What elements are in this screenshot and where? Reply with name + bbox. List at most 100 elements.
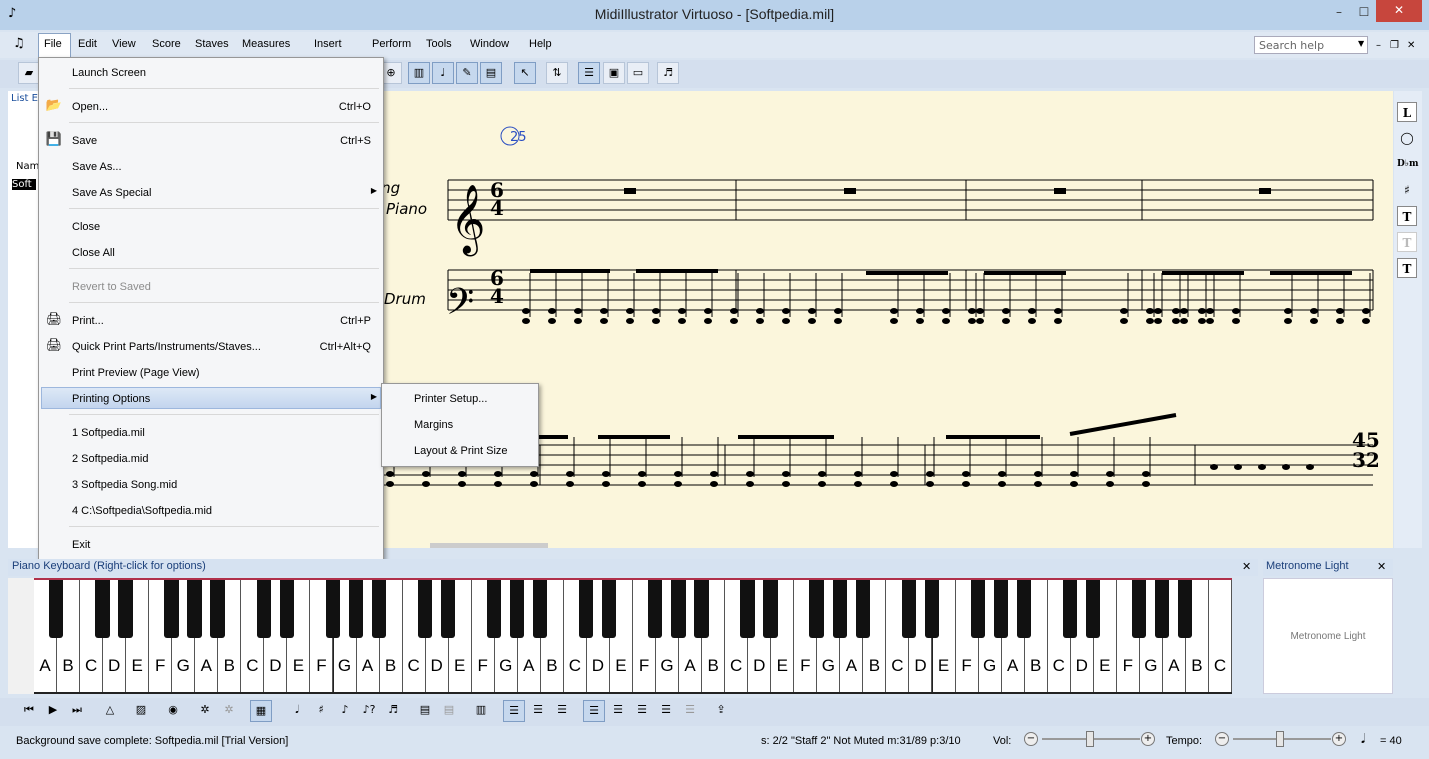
mdi-restore-icon[interactable]: ❐ <box>1390 40 1399 51</box>
piano-black-key[interactable] <box>49 580 64 638</box>
bpm-icon[interactable]: ♩ <box>432 62 454 84</box>
piano-black-key[interactable] <box>970 580 986 638</box>
metronome-icon[interactable]: △ <box>99 700 121 722</box>
piano-black-key[interactable] <box>118 580 133 638</box>
vol-plus-button[interactable]: + <box>1141 732 1155 746</box>
note-query-icon[interactable]: ♪? <box>358 700 380 722</box>
menu-save-as[interactable]: Save As... <box>72 161 122 173</box>
piano-black-key[interactable] <box>671 580 686 638</box>
menu-printing-options[interactable]: Printing Options <box>72 393 150 405</box>
piano-white-key[interactable]: C <box>1208 580 1232 692</box>
scroll-view-icon[interactable]: ☰ <box>578 62 600 84</box>
menu-close-all[interactable]: Close All <box>72 247 115 259</box>
menu-margins[interactable]: Margins <box>414 419 453 431</box>
menu-recent-2[interactable]: 2 Softpedia.mid <box>72 453 148 465</box>
text-s-tool-icon[interactable]: T <box>1397 258 1417 278</box>
layout-3-icon[interactable]: ☰ <box>631 700 653 722</box>
align-right-icon[interactable]: ☰ <box>551 700 573 722</box>
menu-print[interactable]: Print... <box>72 315 104 327</box>
grid-tool-icon[interactable]: ♯ <box>1397 180 1417 200</box>
vol-slider-knob[interactable] <box>1086 731 1094 747</box>
piano-black-key[interactable] <box>187 580 202 638</box>
tempo-slider-knob[interactable] <box>1276 731 1284 747</box>
piano-black-key[interactable] <box>417 580 433 638</box>
piano-black-key[interactable] <box>371 580 387 638</box>
layout-2-icon[interactable]: ☰ <box>607 700 629 722</box>
menu-edit[interactable]: Edit <box>78 38 97 50</box>
menu-recent-1[interactable]: 1 Softpedia.mil <box>72 427 145 439</box>
tempo-minus-button[interactable]: − <box>1215 732 1229 746</box>
layout-1-icon[interactable]: ☰ <box>583 700 605 722</box>
piano-black-key[interactable] <box>533 580 548 638</box>
piano-black-key[interactable] <box>1062 580 1078 638</box>
menu-perform[interactable]: Perform <box>372 38 411 50</box>
piano-black-key[interactable] <box>993 580 1009 638</box>
piano-black-key[interactable] <box>164 580 179 638</box>
menu-save-as-special[interactable]: Save As Special <box>72 187 152 199</box>
mdi-close-icon[interactable]: ✕ <box>1407 40 1415 51</box>
piano-black-key[interactable] <box>95 580 110 638</box>
piano-black-key[interactable] <box>279 580 294 638</box>
piano-view-icon[interactable]: ▥ <box>408 62 430 84</box>
menu-staves[interactable]: Staves <box>195 38 229 50</box>
piano-black-key[interactable] <box>694 580 709 638</box>
search-dropdown-icon[interactable]: ▼ <box>1358 39 1364 48</box>
page-view-icon[interactable]: ▣ <box>603 62 625 84</box>
app-menu-icon[interactable]: ♫ <box>13 36 25 51</box>
menu-recent-3[interactable]: 3 Softpedia Song.mid <box>72 479 177 491</box>
piano-black-key[interactable] <box>210 580 225 638</box>
flip-icon[interactable]: ⇅ <box>546 62 568 84</box>
piano-keyboard[interactable]: ABCDEFGABCDEFGABCDEFGABCDEFGABCDEFGABCDE… <box>34 578 1232 694</box>
chord-tool-icon[interactable]: D♭m <box>1397 154 1419 174</box>
piano-black-key[interactable] <box>325 580 340 638</box>
align-center-icon[interactable]: ☰ <box>527 700 549 722</box>
rewind-icon[interactable]: ⏮ <box>18 700 40 722</box>
menu-recent-4[interactable]: 4 C:\Softpedia\Softpedia.mid <box>72 505 212 517</box>
mdi-minimize-icon[interactable]: – <box>1376 40 1381 51</box>
piano-black-key[interactable] <box>602 580 617 638</box>
piano-black-key[interactable] <box>256 580 271 638</box>
piano-black-key[interactable] <box>1085 580 1101 638</box>
menu-layout-print-size[interactable]: Layout & Print Size <box>414 445 508 457</box>
menu-measures[interactable]: Measures <box>242 38 290 50</box>
export-icon[interactable]: ⇪ <box>710 700 732 722</box>
menu-save[interactable]: Save <box>72 135 97 147</box>
lyrics-tool-icon[interactable]: L <box>1397 102 1417 122</box>
menu-view[interactable]: View <box>112 38 136 50</box>
vol-minus-button[interactable]: − <box>1024 732 1038 746</box>
music-sheet-icon[interactable]: ▨ <box>130 700 152 722</box>
piano-black-key[interactable] <box>1132 580 1147 638</box>
loop-icon[interactable]: ▦ <box>250 700 272 722</box>
text-m-tool-icon[interactable]: T <box>1397 206 1417 226</box>
maximize-button[interactable]: ☐ <box>1352 2 1376 22</box>
piano-black-key[interactable] <box>486 580 502 638</box>
list-row[interactable]: Soft <box>12 179 36 190</box>
menu-exit[interactable]: Exit <box>72 539 90 551</box>
piano-black-key[interactable] <box>1155 580 1170 638</box>
dialog-icon[interactable]: ▥ <box>470 700 492 722</box>
menu-print-preview[interactable]: Print Preview (Page View) <box>72 367 200 379</box>
tune-icon[interactable]: ✲ <box>194 700 216 722</box>
layout-4-icon[interactable]: ☰ <box>655 700 677 722</box>
piano-black-key[interactable] <box>348 580 363 638</box>
note-icon[interactable]: 𝅘𝅥 <box>286 700 308 722</box>
piano-black-key[interactable] <box>924 580 939 638</box>
menu-printer-setup[interactable]: Printer Setup... <box>414 393 487 405</box>
staff-icon[interactable]: ▤ <box>414 700 436 722</box>
piano-black-key[interactable] <box>901 580 916 638</box>
menu-launch-screen[interactable]: Launch Screen <box>72 67 146 79</box>
search-help-input[interactable]: Search help <box>1254 36 1368 54</box>
score-scrollbar[interactable] <box>430 543 548 549</box>
notes-icon[interactable]: ♬ <box>382 700 404 722</box>
monitor-icon[interactable]: ▤ <box>480 62 502 84</box>
menu-open[interactable]: Open... <box>72 101 108 113</box>
music-notes-icon[interactable]: ♬ <box>657 62 679 84</box>
piano-black-key[interactable] <box>855 580 870 638</box>
menu-file[interactable]: File <box>44 38 62 50</box>
menu-quick-print[interactable]: Quick Print Parts/Instruments/Staves... <box>72 341 261 353</box>
highlight-icon[interactable]: ✎ <box>456 62 478 84</box>
tempo-plus-button[interactable]: + <box>1332 732 1346 746</box>
score-area[interactable]: 25 ong Piano Drum 𝄞 𝄢 6 4 6 4 45 32 <box>372 91 1393 549</box>
menu-help[interactable]: Help <box>529 38 552 50</box>
menu-insert[interactable]: Insert <box>314 38 342 50</box>
